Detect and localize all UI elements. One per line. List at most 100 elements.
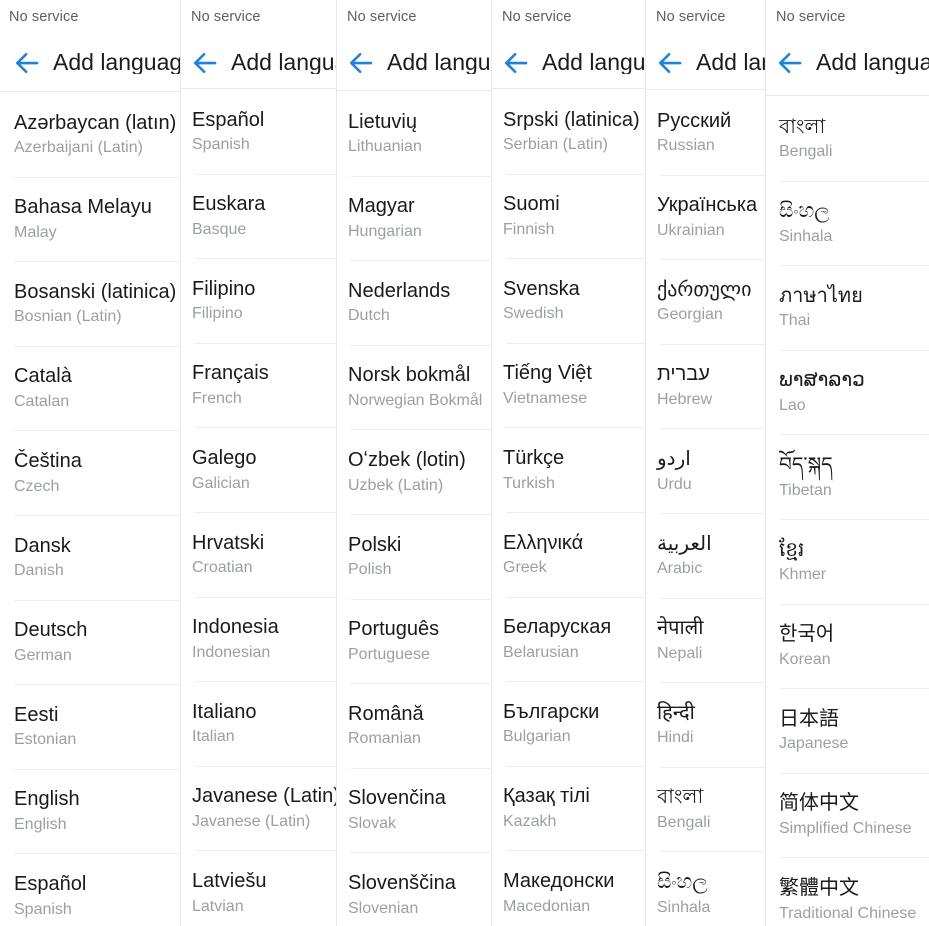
language-list-item[interactable]: Türkçe Turkish	[492, 428, 645, 513]
language-list-item[interactable]: བོད་སྐད Tibetan	[766, 435, 929, 520]
language-list-item[interactable]: ខ្មែរ Khmer	[766, 519, 929, 605]
language-list-item[interactable]: Slovenčina Slovak	[337, 768, 491, 854]
language-list-item[interactable]: Svenska Swedish	[492, 259, 645, 344]
language-list-item[interactable]: Bosanski (latinica) Bosnian (Latin)	[0, 262, 180, 347]
language-list-item[interactable]: English English	[0, 769, 180, 855]
language-english-name: Norwegian Bokmål	[348, 391, 483, 409]
language-list-item[interactable]: Latviešu Latvian	[181, 851, 336, 926]
language-english-name: Traditional Chinese	[779, 904, 917, 922]
language-list-item[interactable]: Ελληνικά Greek	[492, 512, 645, 598]
language-list-item[interactable]: Polski Polish	[337, 514, 491, 600]
language-list-item[interactable]: עברית Hebrew	[646, 344, 765, 430]
language-list: বাংলা Bengali සිංහල Sinhala ภาษาไทย Thai ພາສາລ…	[766, 95, 929, 926]
language-list-item[interactable]: Română Romanian	[337, 684, 491, 769]
phone-screen-panel: No service Add language Azərbaycan (latın)…	[0, 0, 181, 926]
language-list-item[interactable]: Bahasa Melayu Malay	[0, 177, 180, 263]
language-english-name: Azerbaijani (Latin)	[14, 139, 143, 157]
language-native-name: Русский	[657, 109, 732, 132]
language-list-item[interactable]: 日本語 Japanese	[766, 689, 929, 774]
language-list-item[interactable]: Italiano Italian	[181, 682, 336, 767]
language-list-item[interactable]: සිංහල Sinhala	[646, 852, 765, 926]
language-list-item[interactable]: Lietuvių Lithuanian	[337, 92, 491, 177]
language-english-name: Sinhala	[657, 898, 711, 916]
language-native-name: සිංහල	[657, 870, 708, 893]
language-list-item[interactable]: Euskara Basque	[181, 174, 336, 260]
arrow-left-icon[interactable]	[190, 48, 220, 78]
language-list-item[interactable]: Eesti Estonian	[0, 685, 180, 770]
language-list-item[interactable]: Español Spanish	[181, 90, 336, 175]
language-list-item[interactable]: Dansk Danish	[0, 515, 180, 601]
language-list-item[interactable]: Magyar Hungarian	[337, 176, 491, 262]
language-list-item[interactable]: 简体中文 Simplified Chinese	[766, 773, 929, 859]
language-list-item[interactable]: Deutsch German	[0, 600, 180, 686]
language-list-item[interactable]: Nederlands Dutch	[337, 261, 491, 346]
arrow-left-icon[interactable]	[655, 48, 685, 78]
language-list-item[interactable]: Français French	[181, 343, 336, 429]
language-list-item[interactable]: Tiếng Việt Vietnamese	[492, 343, 645, 429]
language-english-name: Hebrew	[657, 390, 713, 408]
language-list-item[interactable]: Català Catalan	[0, 346, 180, 432]
language-native-name: ქართული	[657, 278, 752, 301]
language-list-item[interactable]: ພາສາລາວ Lao	[766, 350, 929, 436]
language-list-item[interactable]: Slovenščina Slovenian	[337, 853, 491, 926]
language-list-item[interactable]: Українська Ukrainian	[646, 175, 765, 261]
arrow-left-icon[interactable]	[775, 48, 805, 78]
arrow-left-icon[interactable]	[346, 48, 376, 78]
language-native-name: 繁體中文	[779, 876, 859, 899]
language-list: Lietuvių Lithuanian Magyar Hungarian Nederla…	[337, 90, 491, 926]
language-native-name: Javanese (Latin)	[192, 785, 337, 808]
language-list-item[interactable]: Русский Russian	[646, 91, 765, 176]
language-list-item[interactable]: Norsk bokmål Norwegian Bokmål	[337, 345, 491, 431]
language-english-name: Basque	[192, 220, 247, 238]
language-native-name: Srpski (latinica)	[503, 108, 640, 131]
language-list-item[interactable]: Javanese (Latin) Javanese (Latin)	[181, 766, 337, 852]
language-list-item[interactable]: Hrvatski Croatian	[181, 512, 336, 598]
language-list-item[interactable]: Srpski (latinica) Serbian (Latin)	[492, 90, 645, 175]
language-list-item[interactable]: Español Spanish	[0, 854, 180, 926]
screenshot-composite: No service Add language Azərbaycan (latın)…	[0, 0, 929, 926]
language-list-item[interactable]: Čeština Czech	[0, 431, 180, 516]
language-english-name: Uzbek (Latin)	[348, 476, 444, 494]
language-native-name: Svenska	[503, 277, 580, 300]
language-native-name: Čeština	[14, 449, 82, 472]
language-list-item[interactable]: ภาษาไทย Thai	[766, 266, 929, 351]
language-list-item[interactable]: 繁體中文 Traditional Chinese	[766, 858, 929, 926]
language-list-item[interactable]: ქართული Georgian	[646, 260, 765, 345]
language-list-item[interactable]: Қазақ тілі Kazakh	[492, 766, 645, 852]
language-english-name: Bengali	[779, 143, 833, 161]
language-list-item[interactable]: Македонски Macedonian	[492, 851, 645, 926]
phone-screen-panel: No service Add language Русский Russian Укра…	[646, 0, 766, 926]
language-native-name: Indonesia	[192, 616, 279, 639]
language-list-item[interactable]: বাংলা Bengali	[766, 97, 929, 182]
language-english-name: Bulgarian	[503, 728, 571, 746]
language-list-item[interactable]: Galego Galician	[181, 428, 336, 513]
language-list-item[interactable]: Oʻzbek (lotin) Uzbek (Latin)	[337, 430, 491, 515]
language-list-item[interactable]: Suomi Finnish	[492, 174, 645, 260]
language-list-item[interactable]: 한국어 Korean	[766, 604, 929, 690]
language-english-name: Vietnamese	[503, 389, 588, 407]
language-list-item[interactable]: Български Bulgarian	[492, 682, 645, 767]
language-list-item[interactable]: नेपाली Nepali	[646, 598, 765, 684]
language-native-name: Українська	[657, 194, 758, 217]
language-english-name: Arabic	[657, 560, 703, 578]
language-list-item[interactable]: Беларуская Belarusian	[492, 597, 645, 683]
language-english-name: Simplified Chinese	[779, 819, 912, 837]
language-list-item[interactable]: اردو Urdu	[646, 429, 765, 514]
language-list-item[interactable]: Filipino Filipino	[181, 259, 336, 344]
status-bar-service-text: No service	[9, 9, 79, 25]
language-list-item[interactable]: Azərbaycan (latın) Azerbaijani (Latin)	[0, 93, 180, 178]
language-list-item[interactable]: العربية Arabic	[646, 513, 765, 599]
language-list-item[interactable]: සිංහල Sinhala	[766, 181, 929, 267]
language-native-name: Magyar	[348, 195, 415, 218]
language-native-name: Français	[192, 362, 269, 385]
language-english-name: Malay	[14, 223, 57, 241]
language-list-item[interactable]: हिन्दी Hindi	[646, 683, 765, 768]
language-native-name: Български	[503, 700, 600, 723]
page-title: Add language	[387, 51, 491, 74]
language-english-name: Slovak	[348, 814, 397, 832]
language-list-item[interactable]: বাংলা Bengali	[646, 767, 765, 853]
arrow-left-icon[interactable]	[501, 48, 531, 78]
language-list-item[interactable]: Indonesia Indonesian	[181, 597, 336, 683]
arrow-left-icon[interactable]	[12, 48, 42, 78]
language-list-item[interactable]: Português Portuguese	[337, 599, 491, 685]
